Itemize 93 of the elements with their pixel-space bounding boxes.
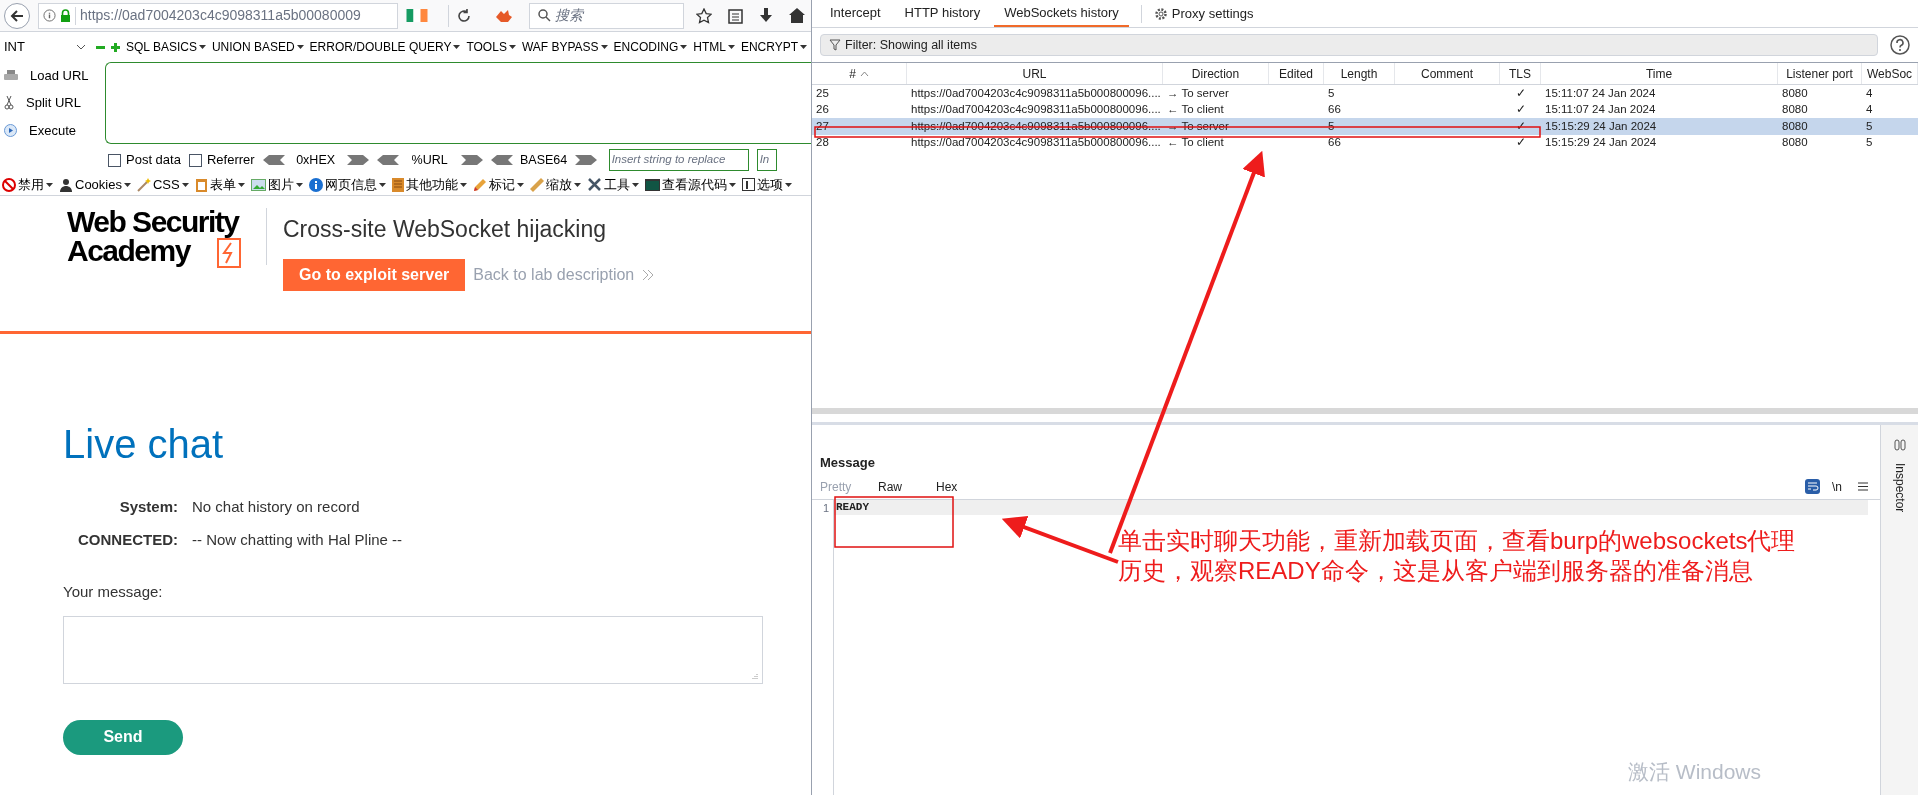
url-text: https://0ad7004203c4c9098311a5b00080009 (80, 6, 361, 25)
table-cell: 8080 (1782, 87, 1808, 99)
toolbar-item[interactable]: 禁用 (2, 174, 53, 195)
menu-item[interactable]: ERROR/DOUBLE QUERY (309, 38, 461, 56)
menu-item[interactable]: SQL BASICS (126, 38, 206, 56)
chat-message: No chat history on record (192, 497, 361, 517)
checkbox-label: Post data (126, 151, 181, 170)
table-cell: 4 (1866, 87, 1873, 99)
toolbar-item[interactable]: 选项 (741, 174, 792, 195)
column-header[interactable]: Time (1541, 63, 1778, 84)
menu-item[interactable]: UNION BASED (211, 38, 304, 56)
search-field[interactable]: 搜索 (529, 2, 684, 29)
encoder-label: BASE64 (519, 151, 569, 169)
column-header[interactable]: URL (907, 63, 1163, 84)
table-cell: https://0ad7004203c4c9098311a5b000800096.... (911, 104, 1161, 116)
proxy-settings-button[interactable]: Proxy settings (1153, 1, 1254, 27)
tab[interactable]: Intercept (820, 1, 891, 27)
table-cell: 28 (816, 137, 829, 149)
tab[interactable]: Raw (878, 477, 936, 496)
tab[interactable]: WebSockets history (994, 1, 1129, 27)
toolbar-item[interactable]: 其他功能 (391, 174, 467, 195)
input-field[interactable]: Insert string to replace (608, 149, 749, 171)
panel-title: Message (819, 454, 876, 472)
table-cell: ✓ (1515, 87, 1526, 99)
table-cell: ← To client (1167, 137, 1224, 149)
table-cell: 26 (816, 104, 829, 116)
table-cell: 15:15:29 24 Jan 2024 (1545, 120, 1657, 132)
action-button[interactable]: Split URL (26, 93, 81, 113)
column-header[interactable]: # (812, 63, 907, 84)
table-cell: 8080 (1782, 104, 1808, 116)
checkbox-label: Referrer (206, 151, 255, 170)
table-cell: https://0ad7004203c4c9098311a5b000800096.... (911, 87, 1161, 99)
action-button[interactable]: Execute (29, 120, 76, 141)
address-bar[interactable]: https://0ad7004203c4c9098311a5b00080009 (38, 2, 398, 29)
toolbar-item[interactable]: 表单 (194, 174, 245, 195)
line-number: 1 (821, 500, 829, 515)
table-cell: 25 (816, 87, 829, 99)
menu-item[interactable]: ENCODING (613, 38, 688, 56)
input-field[interactable]: In (756, 149, 777, 171)
toolbar-item[interactable]: Cookies (59, 174, 131, 195)
toolbar-item[interactable]: 网页信息 (308, 174, 386, 195)
encoder-label: %URL (410, 151, 449, 169)
table-cell: 8080 (1782, 120, 1808, 132)
table-cell: 5 (1328, 87, 1335, 99)
table-cell: 5 (1866, 137, 1873, 149)
table-cell: 4 (1866, 104, 1873, 116)
table-cell: → To server (1167, 87, 1229, 99)
toolbar-item[interactable]: 标记 (472, 174, 524, 195)
column-header[interactable]: WebSoc (1862, 63, 1918, 84)
encoder-label: 0xHEX (295, 151, 337, 169)
table-cell: https://0ad7004203c4c9098311a5b000800096.... (911, 137, 1161, 149)
toolbar-item[interactable]: 缩放 (529, 174, 581, 195)
chat-sender: CONNECTED: (77, 529, 178, 550)
table-cell: 15:15:29 24 Jan 2024 (1545, 137, 1657, 149)
column-header[interactable]: Length (1324, 63, 1395, 84)
toolbar-item[interactable]: 图片 (250, 174, 303, 195)
send-button[interactable]: Send (63, 719, 183, 755)
column-header[interactable]: TLS (1500, 63, 1541, 84)
code-line: READY (836, 499, 869, 515)
tab[interactable]: HTTP history (894, 1, 991, 27)
table-cell: ✓ (1515, 137, 1526, 149)
column-header[interactable]: Comment (1395, 63, 1500, 84)
toolbar-item[interactable]: CSS (136, 174, 189, 195)
field-label: Your message: (63, 582, 164, 602)
logo: Web Security Academy (67, 208, 267, 265)
annotation-text: 单击实时聊天功能，重新加载页面，查看burp的websockets代理历史，观察READY命令，这是从客户端到服务器的准备消息 (1118, 526, 1797, 586)
column-header[interactable]: Edited (1269, 63, 1324, 84)
toolbar-item[interactable]: 工具 (586, 174, 639, 195)
filter-bar[interactable]: Filter: Showing all items (820, 34, 1878, 56)
menu-item[interactable]: WAF BYPASS (521, 38, 608, 56)
table-cell: ← To client (1167, 104, 1224, 116)
table-cell: 5 (1866, 120, 1873, 132)
table-cell: 15:11:07 24 Jan 2024 (1545, 87, 1656, 99)
column-header[interactable]: Listener port (1778, 63, 1862, 84)
newline-toggle[interactable]: \n (1832, 477, 1842, 496)
column-header[interactable]: Direction (1163, 63, 1269, 84)
toolbar-item[interactable]: 查看源代码 (644, 174, 736, 195)
chat-message: -- Now chatting with Hal Pline -- (192, 529, 404, 550)
action-button[interactable]: Load URL (30, 65, 89, 86)
menu-item[interactable]: ENCRYPT (740, 38, 808, 56)
inspector-tab[interactable]: Inspector (1890, 463, 1909, 513)
table-cell: ✓ (1515, 104, 1526, 116)
activation-notice: 激活 Windows (1628, 759, 1762, 785)
tab[interactable]: Hex (936, 477, 994, 496)
table-cell: 66 (1328, 137, 1341, 149)
table-cell: 15:11:07 24 Jan 2024 (1545, 104, 1656, 116)
table-cell: 8080 (1782, 137, 1808, 149)
page-heading: Live chat (63, 424, 225, 464)
lab-title: Cross-site WebSocket hijacking (283, 215, 607, 244)
menu-item[interactable]: HTML (693, 38, 735, 56)
table-cell: 66 (1328, 104, 1341, 116)
chat-sender: System: (118, 497, 178, 517)
menu-item[interactable]: TOOLS (466, 38, 516, 56)
